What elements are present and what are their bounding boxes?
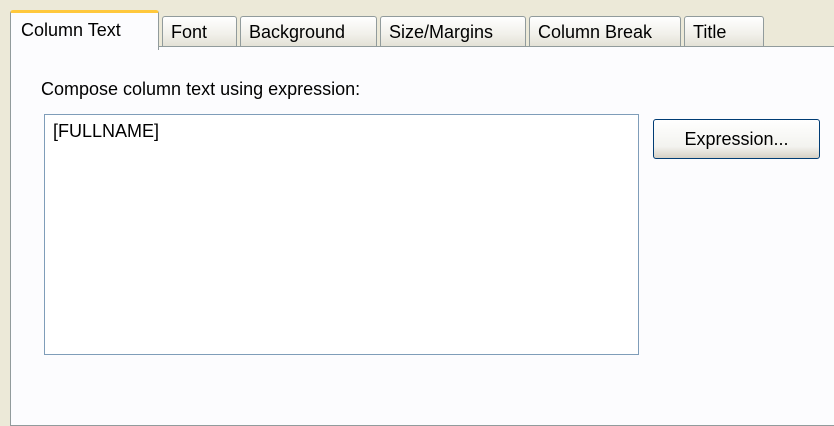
expression-textarea[interactable]: [FULLNAME] — [44, 114, 639, 355]
expression-prompt-label: Compose column text using expression: — [41, 79, 361, 99]
tab-column-text[interactable]: Column Text — [10, 10, 159, 50]
tab-strip: Font Background Size/Margins Column Brea… — [0, 0, 834, 50]
tab-column-break[interactable]: Column Break — [529, 16, 681, 46]
expression-button[interactable]: Expression... — [653, 119, 820, 159]
tab-title[interactable]: Title — [684, 16, 764, 46]
tab-size-margins[interactable]: Size/Margins — [380, 16, 526, 46]
tab-font[interactable]: Font — [162, 16, 237, 46]
tab-background[interactable]: Background — [240, 16, 377, 46]
tab-panel-column-text: Compose column text using expression: [F… — [10, 46, 834, 426]
